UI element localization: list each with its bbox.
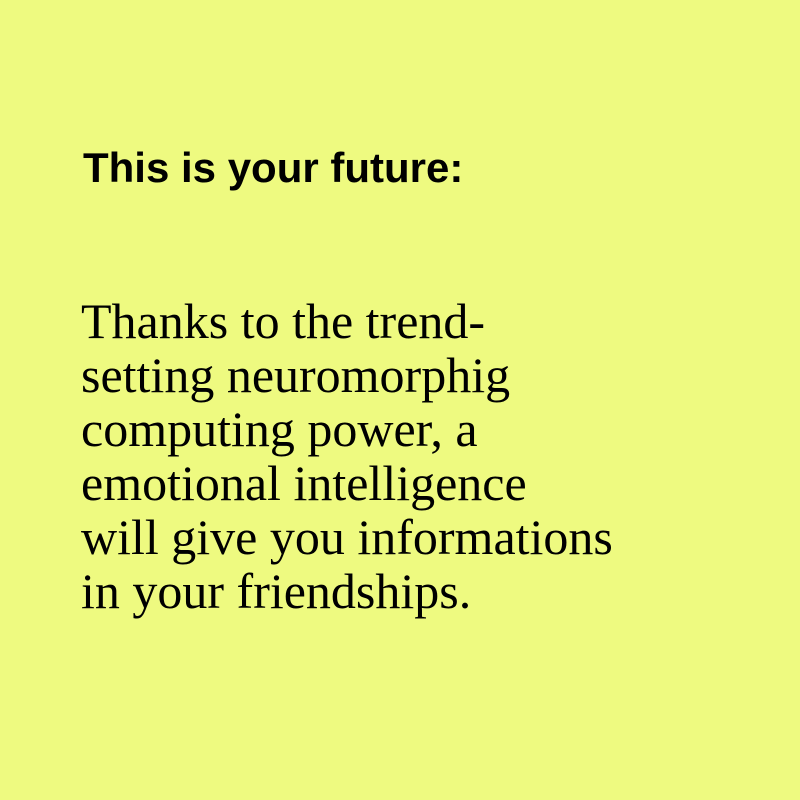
body-line: will give you informations [81,509,613,565]
body-line: in your friendships. [81,563,472,619]
body-line: setting neuromorphig [81,347,511,403]
body-line: Thanks to the trend- [81,293,486,349]
body-line: emotional intelligence [81,455,527,511]
body-paragraph: Thanks to the trend- setting neuromorphi… [81,294,613,618]
headline: This is your future: [83,144,464,191]
body-line: computing power, a [81,401,478,457]
